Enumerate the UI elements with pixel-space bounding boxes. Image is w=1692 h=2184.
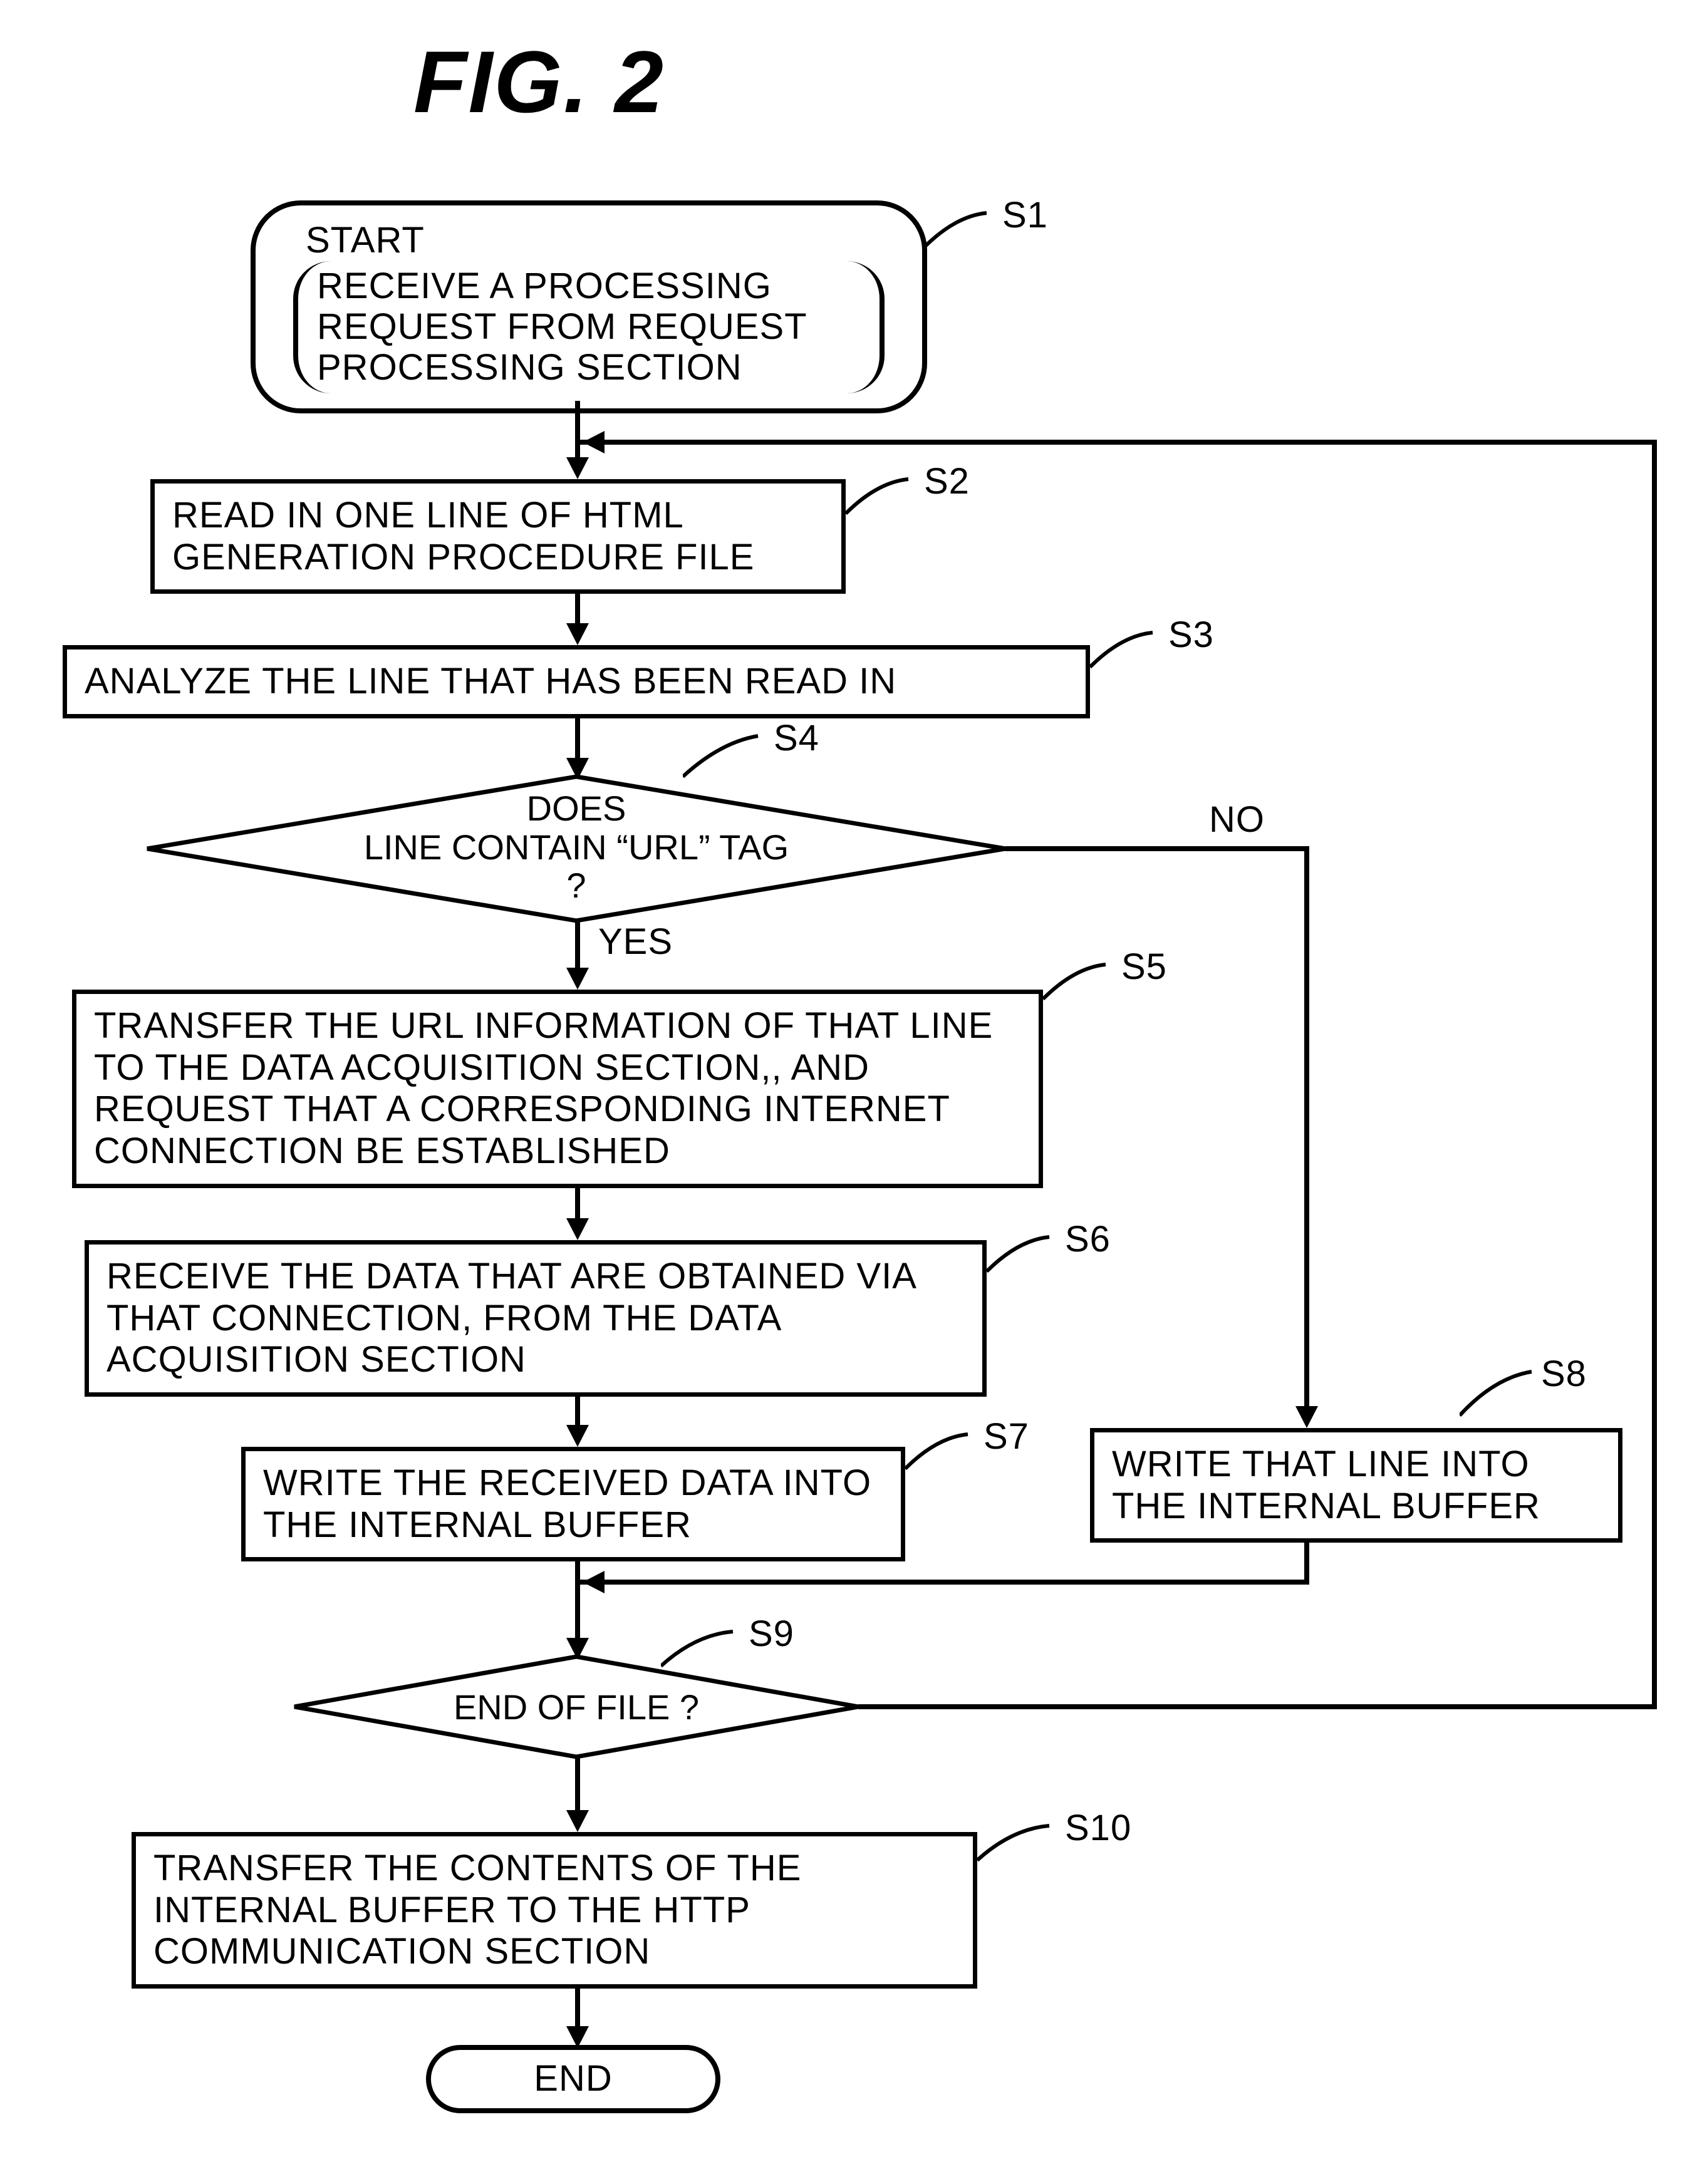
- arrowhead-s9-loop: [583, 431, 605, 453]
- s8-down: [1304, 1541, 1309, 1585]
- label-s9: S9: [749, 1613, 794, 1655]
- s4-l3: ?: [147, 866, 1005, 905]
- arrow-s1-s2: [575, 401, 580, 460]
- no-vline: [1304, 846, 1309, 1410]
- lead-s4: [683, 733, 777, 783]
- node-end: END: [426, 2045, 720, 2113]
- node-s8: WRITE THAT LINE INTO THE INTERNAL BUFFER: [1090, 1428, 1622, 1543]
- lead-s7: [905, 1431, 987, 1475]
- arrowhead-s2-s3: [566, 623, 589, 645]
- arrow-s6-s7: [575, 1394, 580, 1428]
- arrowhead-s4-s5: [566, 968, 589, 990]
- arrow-s9-s10: [575, 1757, 580, 1813]
- label-s10: S10: [1065, 1807, 1131, 1849]
- label-s8: S8: [1541, 1353, 1587, 1395]
- node-s4: DOES LINE CONTAIN “URL” TAG ?: [147, 777, 1005, 921]
- s9-text: END OF FILE ?: [294, 1688, 858, 1727]
- s7-text: WRITE THE RECEIVED DATA INTO THE INTERNA…: [263, 1462, 871, 1545]
- lead-s9: [661, 1628, 749, 1672]
- arrowhead-no-s8: [1295, 1406, 1318, 1428]
- node-s10: TRANSFER THE CONTENTS OF THE INTERNAL BU…: [132, 1832, 977, 1989]
- node-s7: WRITE THE RECEIVED DATA INTO THE INTERNA…: [241, 1447, 905, 1561]
- arrow-s7-s9: [575, 1560, 580, 1641]
- start-inner: RECEIVE A PROCESSING REQUEST FROM REQUES…: [293, 261, 885, 393]
- s3-text: ANALYZE THE LINE THAT HAS BEEN READ IN: [85, 661, 896, 701]
- arrow-s5-s6: [575, 1187, 580, 1221]
- s9-no-h1: [858, 1704, 1657, 1709]
- label-no: NO: [1209, 799, 1265, 841]
- s4-l2: LINE CONTAIN “URL” TAG: [147, 828, 1005, 867]
- s9-no-v: [1652, 440, 1657, 1709]
- lead-s6: [987, 1234, 1068, 1278]
- figure-title: FIG. 2: [413, 31, 665, 133]
- arrowhead-s1-s2: [566, 457, 589, 479]
- start-line2: RECEIVE A PROCESSING: [317, 266, 861, 307]
- end-text: END: [534, 2058, 612, 2099]
- node-s3: ANALYZE THE LINE THAT HAS BEEN READ IN: [63, 645, 1090, 718]
- arrow-s3-s4: [575, 714, 580, 761]
- lead-s10: [977, 1823, 1065, 1866]
- label-s5: S5: [1121, 946, 1167, 988]
- node-s9: END OF FILE ?: [294, 1657, 858, 1757]
- lead-s3: [1090, 629, 1171, 673]
- label-s4: S4: [774, 717, 819, 759]
- arrowhead-s8-merge: [583, 1571, 605, 1593]
- start-line3: REQUEST FROM REQUEST: [317, 307, 861, 348]
- s2-text: READ IN ONE LINE OF HTML GENERATION PROC…: [172, 495, 755, 577]
- lead-s1: [924, 210, 1005, 254]
- node-s2: READ IN ONE LINE OF HTML GENERATION PROC…: [150, 479, 846, 594]
- node-s6: RECEIVE THE DATA THAT ARE OBTAINED VIA T…: [85, 1240, 987, 1397]
- s6-text: RECEIVE THE DATA THAT ARE OBTAINED VIA T…: [106, 1256, 915, 1380]
- no-hline: [1005, 846, 1309, 851]
- s9-no-h2: [578, 440, 1657, 445]
- lead-s8: [1460, 1369, 1541, 1419]
- s8-leftline: [578, 1580, 1309, 1585]
- label-s7: S7: [984, 1415, 1029, 1457]
- s8-text: WRITE THAT LINE INTO THE INTERNAL BUFFER: [1112, 1444, 1540, 1526]
- s5-text: TRANSFER THE URL INFORMATION OF THAT LIN…: [94, 1005, 993, 1171]
- flowchart-page: FIG. 2 START RECEIVE A PROCESSING REQUES…: [25, 25, 1654, 2155]
- label-s2: S2: [924, 460, 970, 502]
- lead-s5: [1043, 961, 1124, 1005]
- start-line4: PROCESSING SECTION: [317, 348, 861, 388]
- label-s6: S6: [1065, 1218, 1111, 1260]
- lead-s2: [846, 476, 927, 520]
- s10-text: TRANSFER THE CONTENTS OF THE INTERNAL BU…: [153, 1848, 801, 1972]
- arrowhead-s5-s6: [566, 1218, 589, 1240]
- node-s5: TRANSFER THE URL INFORMATION OF THAT LIN…: [72, 990, 1043, 1188]
- s4-l1: DOES: [147, 789, 1005, 828]
- arrow-s2-s3: [575, 592, 580, 626]
- node-start: START RECEIVE A PROCESSING REQUEST FROM …: [251, 200, 927, 413]
- arrowhead-s9-s10: [566, 1810, 589, 1832]
- arrowhead-s6-s7: [566, 1425, 589, 1447]
- label-s3: S3: [1168, 614, 1214, 656]
- start-word: START: [293, 220, 885, 261]
- label-yes: YES: [598, 921, 673, 963]
- s4-text: DOES LINE CONTAIN “URL” TAG ?: [147, 789, 1005, 905]
- arrow-s4-s5: [575, 921, 580, 971]
- label-s1: S1: [1002, 194, 1048, 236]
- arrow-s10-end: [575, 1985, 580, 2029]
